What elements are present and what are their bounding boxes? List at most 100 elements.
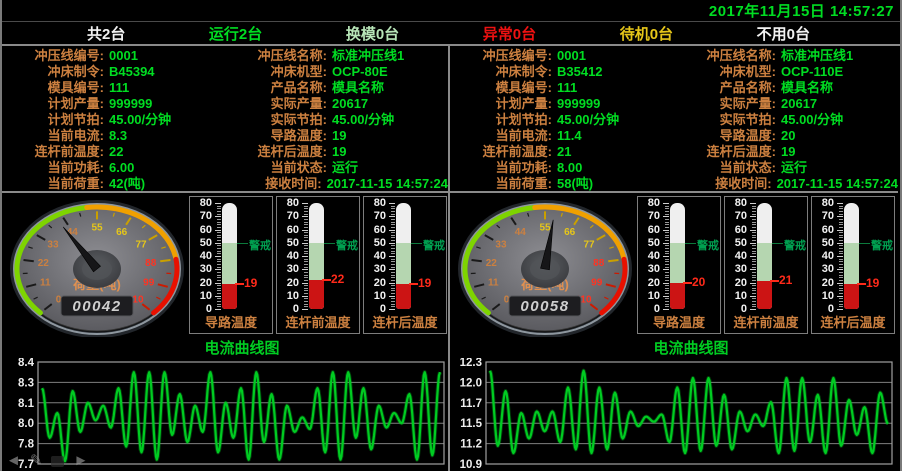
info-value: OCP-110E	[781, 64, 843, 80]
info-row: 接收时间:2017-11-15 14:57:24	[674, 176, 898, 192]
y-tick-label: 11.5	[460, 418, 482, 430]
info-label: 冲压线编号:	[2, 48, 104, 64]
scale-tick	[750, 309, 756, 310]
scale-tick	[665, 304, 669, 305]
scale-tick	[302, 269, 308, 270]
warning-label: 警戒	[423, 237, 445, 253]
warning-label: 警戒	[784, 237, 806, 253]
info-value: 19	[781, 144, 795, 160]
scale-tick	[391, 277, 395, 278]
scale-tick	[665, 240, 669, 241]
scale-tick	[217, 280, 221, 281]
scale-tick	[750, 203, 756, 204]
scale-tick	[304, 288, 308, 289]
scale-tick	[752, 211, 756, 212]
info-column: 冲压线名称:标准冲压线1冲床机型:OCP-80E产品名称:模具名称实际产量:20…	[225, 48, 448, 190]
info-label: 计划节拍:	[450, 112, 552, 128]
machine-info: 冲压线编号:0001冲床制令:B45394模具编号:111计划产量:999999…	[2, 46, 448, 193]
thermo-label: 连杆后温度	[812, 312, 894, 331]
info-value: 0001	[109, 48, 138, 64]
scale-tick	[302, 216, 308, 217]
info-row: 冲压线编号:0001	[450, 48, 674, 64]
info-label: 冲压线编号:	[450, 48, 552, 64]
info-row: 冲压线编号: 0001	[2, 48, 225, 64]
scale-tick	[665, 224, 669, 225]
scale-tick	[304, 277, 308, 278]
thermo-label: 导路温度	[190, 312, 272, 331]
info-row: 冲床机型:OCP-80E	[225, 64, 448, 80]
scale-tick	[391, 237, 395, 238]
scale-tick	[304, 251, 308, 252]
info-row: 实际节拍:45.00/分钟	[225, 112, 448, 128]
machine-panel-2: 冲压线编号:0001冲床制令:B35412模具编号:111计划产量:999999…	[450, 46, 898, 471]
info-row: 连杆前温度:22	[2, 144, 225, 160]
scale-tick	[302, 256, 308, 257]
info-value: 999999	[109, 96, 152, 112]
load-gauge: 0112233445566778899110荷重(吨)00042	[4, 195, 186, 337]
press-monitor-dashboard: 2017年11月15日 14:57:27 共2台运行2台换模0台异常0台待机0台…	[0, 0, 902, 471]
scale-tick	[665, 222, 669, 223]
scale-tick	[304, 208, 308, 209]
info-row: 冲压线名称:标准冲压线1	[225, 48, 448, 64]
scale-tick	[217, 306, 221, 307]
pencil-icon[interactable]: ✎	[30, 454, 43, 468]
svg-text:99: 99	[143, 278, 155, 289]
scale-tick	[839, 288, 843, 289]
scale-number: 10	[640, 291, 660, 301]
scale-tick	[391, 301, 395, 302]
scale-tick	[665, 235, 669, 236]
scale-tick	[304, 306, 308, 307]
scale-tick	[302, 203, 308, 204]
info-row: 计划节拍:45.00/分钟	[2, 112, 225, 128]
scale-number: 50	[366, 238, 386, 248]
scale-tick	[665, 214, 669, 215]
warning-line	[237, 243, 248, 244]
info-value: 8.3	[109, 128, 127, 144]
info-label: 计划产量:	[450, 96, 552, 112]
info-label: 当前状态:	[225, 160, 327, 176]
scale-tick	[391, 232, 395, 233]
forward-arrow-icon[interactable]: ►	[73, 454, 88, 468]
info-row: 计划产量:999999	[450, 96, 674, 112]
scale-tick	[391, 306, 395, 307]
scale-number: 40	[279, 251, 299, 261]
scale-tick	[752, 293, 756, 294]
scale-tick	[752, 245, 756, 246]
back-arrow-icon[interactable]: ◄	[6, 454, 21, 468]
scale-tick	[217, 298, 221, 299]
scale-tick	[665, 261, 669, 262]
info-value: 标准冲压线1	[332, 48, 404, 64]
scale-tick	[839, 306, 843, 307]
thermo-tube	[222, 203, 237, 309]
thermometer-rod-rear-temp: 01020304050607080警戒19连杆后温度	[363, 196, 447, 334]
chart-title: 电流曲线图	[450, 339, 898, 358]
scale-number: 40	[640, 251, 660, 261]
warning-line	[772, 243, 783, 244]
scale-number: 10	[727, 291, 747, 301]
y-tick-label: 12.3	[460, 358, 482, 369]
scale-tick	[752, 251, 756, 252]
window-icon[interactable]	[51, 456, 64, 467]
info-label: 当前功耗:	[2, 160, 104, 176]
info-value: 111	[109, 80, 129, 96]
warning-label: 警戒	[871, 237, 893, 253]
info-label: 冲床机型:	[225, 64, 327, 80]
scale-tick	[750, 269, 756, 270]
scale-tick	[302, 243, 308, 244]
scale-number: 10	[814, 291, 834, 301]
scale-tick	[217, 290, 221, 291]
info-row: 连杆前温度:21	[450, 144, 674, 160]
scale-tick	[391, 259, 395, 260]
scale-tick	[665, 272, 669, 273]
scale-tick	[839, 211, 843, 212]
current-chart-panel: 电流曲线图 8.48.38.18.07.87.7	[2, 339, 448, 471]
value-marker	[409, 283, 418, 285]
scale-tick	[217, 222, 221, 223]
current-waveform	[42, 372, 440, 461]
svg-text:88: 88	[593, 258, 605, 269]
scale-tick	[750, 283, 756, 284]
info-label: 连杆后温度:	[674, 144, 776, 160]
value-label: 19	[418, 277, 431, 289]
scale-tick	[837, 230, 843, 231]
scale-tick	[302, 309, 308, 310]
